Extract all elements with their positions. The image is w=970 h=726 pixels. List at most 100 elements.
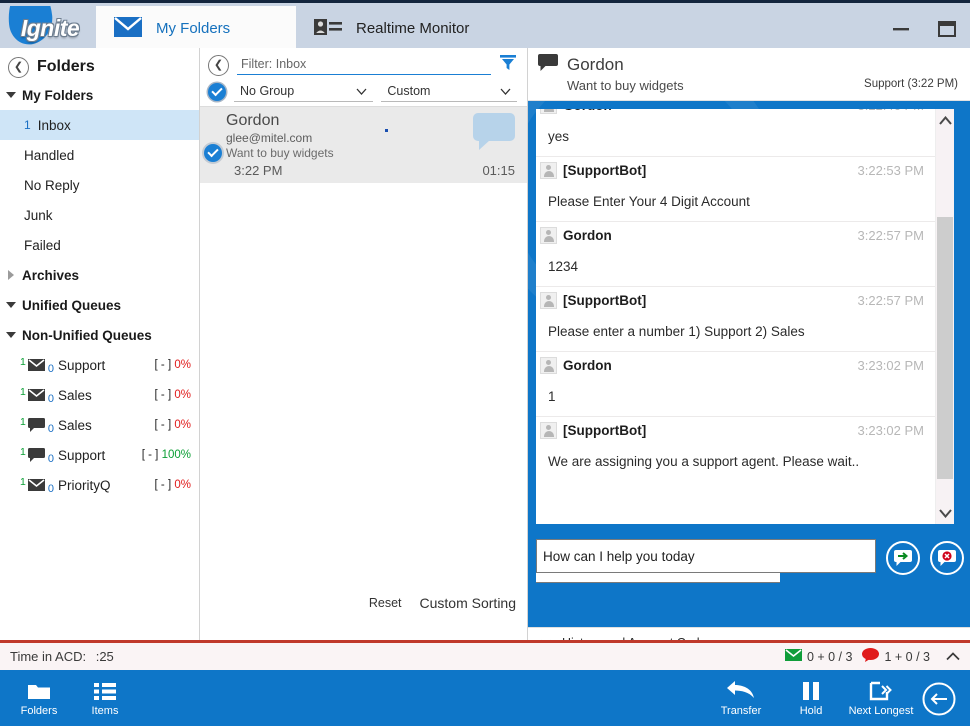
list-item-checkbox[interactable]	[204, 144, 222, 162]
queue-row[interactable]: 1 0 Support [ - ] 100%	[0, 440, 199, 470]
back-arrow-circle-icon	[922, 682, 956, 716]
queue-new-count: 1	[20, 476, 26, 488]
restore-button[interactable]	[924, 6, 970, 51]
sidebar-item-no-reply[interactable]: No Reply	[0, 170, 199, 200]
conversation-body: Gordon 3:22:46 PM yes [SupportBot] 3:22:…	[528, 101, 970, 640]
queue-handling-count: 0	[47, 363, 54, 375]
message-text: Please Enter Your 4 Digit Account	[548, 194, 750, 209]
folders-header: ❮ Folders	[0, 48, 199, 80]
email-counter: 0 + 0 / 3	[784, 649, 852, 664]
message-header: Gordon 3:22:46 PM	[536, 109, 936, 119]
chat-icon	[27, 448, 45, 462]
scroll-down-button[interactable]	[936, 502, 954, 524]
queue-service-level: 0%	[174, 479, 191, 491]
tree-node-archives[interactable]: Archives	[0, 260, 199, 290]
tab-realtime-monitor[interactable]: Realtime Monitor	[296, 6, 544, 51]
message-sender: [SupportBot]	[563, 423, 647, 438]
app-logo: Ignite	[0, 6, 96, 51]
message-list: Gordon glee@mitel.com Want to buy widget…	[200, 106, 527, 622]
scrollbar-thumb[interactable]	[937, 217, 953, 479]
send-chat-button[interactable]	[886, 541, 920, 575]
queue-row[interactable]: 1 0 Sales [ - ] 0%	[0, 380, 199, 410]
chevron-right-icon	[6, 270, 16, 280]
title-bar: Ignite My Folders Realtime Monitor	[0, 0, 970, 51]
pause-icon	[803, 682, 819, 700]
tree-node-unified-queues[interactable]: Unified Queues	[0, 290, 199, 320]
transcript-scroll-area[interactable]: Gordon 3:22:46 PM yes [SupportBot] 3:22:…	[536, 109, 936, 524]
compose-row	[536, 539, 964, 583]
list-footer: Reset Custom Sorting	[200, 584, 527, 622]
sidebar-item-junk[interactable]: Junk	[0, 200, 199, 230]
queue-new-count: 1	[20, 446, 26, 458]
chevron-down-icon	[356, 88, 367, 95]
select-all-checkbox[interactable]	[208, 83, 226, 101]
queue-handling-count: 0	[47, 483, 54, 495]
history-account-codes-bar[interactable]: History and Account Codes	[528, 627, 970, 640]
scroll-up-button[interactable]	[936, 109, 954, 131]
queue-name: Sales	[57, 387, 92, 403]
toolbar-hold-button[interactable]: Hold	[776, 676, 846, 722]
compose-input[interactable]	[536, 539, 876, 573]
funnel-icon[interactable]	[499, 54, 517, 76]
queue-row[interactable]: 1 0 PriorityQ [ - ] 0%	[0, 470, 199, 500]
conversation-header: Gordon Want to buy widgets Support (3:22…	[528, 48, 970, 101]
conversation-queue-time: Support (3:22 PM)	[864, 78, 958, 90]
end-chat-button[interactable]	[930, 541, 964, 575]
reset-button[interactable]: Reset	[369, 596, 402, 610]
transcript-scrollbar[interactable]	[935, 109, 954, 524]
sidebar-item-handled[interactable]: Handled	[0, 140, 199, 170]
chevron-down-icon	[6, 90, 16, 100]
toolbar-back-button[interactable]	[922, 682, 956, 716]
message-text: 1	[548, 389, 556, 404]
filter-input[interactable]	[237, 55, 491, 75]
queue-service-level: 0%	[174, 389, 191, 401]
acd-label: Time in ACD:	[10, 649, 87, 664]
avatar-icon	[540, 109, 557, 114]
toolbar-folders-button[interactable]: Folders	[4, 676, 74, 722]
queue-handling-count: 0	[47, 453, 54, 465]
chevron-left-icon[interactable]: ❮	[8, 56, 29, 78]
chevron-down-icon	[500, 88, 511, 95]
queue-new-count: 1	[20, 356, 26, 368]
sidebar-item-inbox[interactable]: 1 Inbox	[0, 110, 199, 140]
toolbar-items-button[interactable]: Items	[70, 676, 140, 722]
queue-name: Support	[57, 447, 106, 463]
expand-status-button[interactable]	[940, 650, 966, 664]
tree-node-my-folders[interactable]: My Folders	[0, 80, 199, 110]
message-header: Gordon 3:22:57 PM	[536, 221, 936, 249]
chevron-up-icon	[946, 651, 960, 660]
group-select[interactable]: No Group	[234, 82, 374, 102]
sort-select[interactable]: Custom	[381, 82, 517, 102]
queue-new-count: 1	[20, 386, 26, 398]
queue-row[interactable]: 1 0 Support [ - ] 0%	[0, 350, 199, 380]
sidebar-item-failed[interactable]: Failed	[0, 230, 199, 260]
status-counters: 0 + 0 / 3 1 + 0 / 3	[784, 648, 966, 665]
toolbar-transfer-button[interactable]: Transfer	[706, 676, 776, 722]
tab-my-folders[interactable]: My Folders	[96, 6, 296, 51]
tree-node-archives-label: Archives	[22, 267, 80, 283]
queue-stats: [ - ] 100%	[141, 449, 191, 461]
message-text: yes	[548, 129, 570, 144]
compose-input-underline	[536, 573, 780, 583]
status-bar: Time in ACD: :25 0 + 0 / 3 1 + 0 / 3	[0, 643, 970, 670]
custom-sorting-button[interactable]: Custom Sorting	[420, 595, 516, 611]
queue-handling-count: 0	[47, 393, 54, 405]
sidebar-item-no-reply-label: No Reply	[24, 177, 80, 193]
tab-realtime-monitor-label: Realtime Monitor	[356, 20, 470, 37]
queue-stats: [ - ] 0%	[154, 479, 191, 491]
message-sender: [SupportBot]	[563, 163, 647, 178]
tree-node-my-folders-label: My Folders	[22, 87, 94, 103]
message-sender: Gordon	[563, 358, 612, 373]
queue-stats: [ - ] 0%	[154, 419, 191, 431]
chevron-left-icon[interactable]: ❮	[208, 54, 229, 76]
toolbar-next-longest-button[interactable]: Next Longest	[846, 676, 916, 722]
message-sender: Gordon	[563, 109, 612, 113]
minimize-button[interactable]	[878, 6, 924, 51]
list-item-name: Gordon	[226, 112, 280, 129]
message-header: [SupportBot] 3:22:53 PM	[536, 156, 936, 184]
list-item[interactable]: Gordon glee@mitel.com Want to buy widget…	[200, 107, 527, 183]
tree-node-non-unified-queues[interactable]: Non-Unified Queues	[0, 320, 199, 350]
list-item-time: 3:22 PM	[234, 163, 283, 178]
group-sort-bar: No Group Custom	[200, 76, 527, 106]
queue-row[interactable]: 1 0 Sales [ - ] 0%	[0, 410, 199, 440]
